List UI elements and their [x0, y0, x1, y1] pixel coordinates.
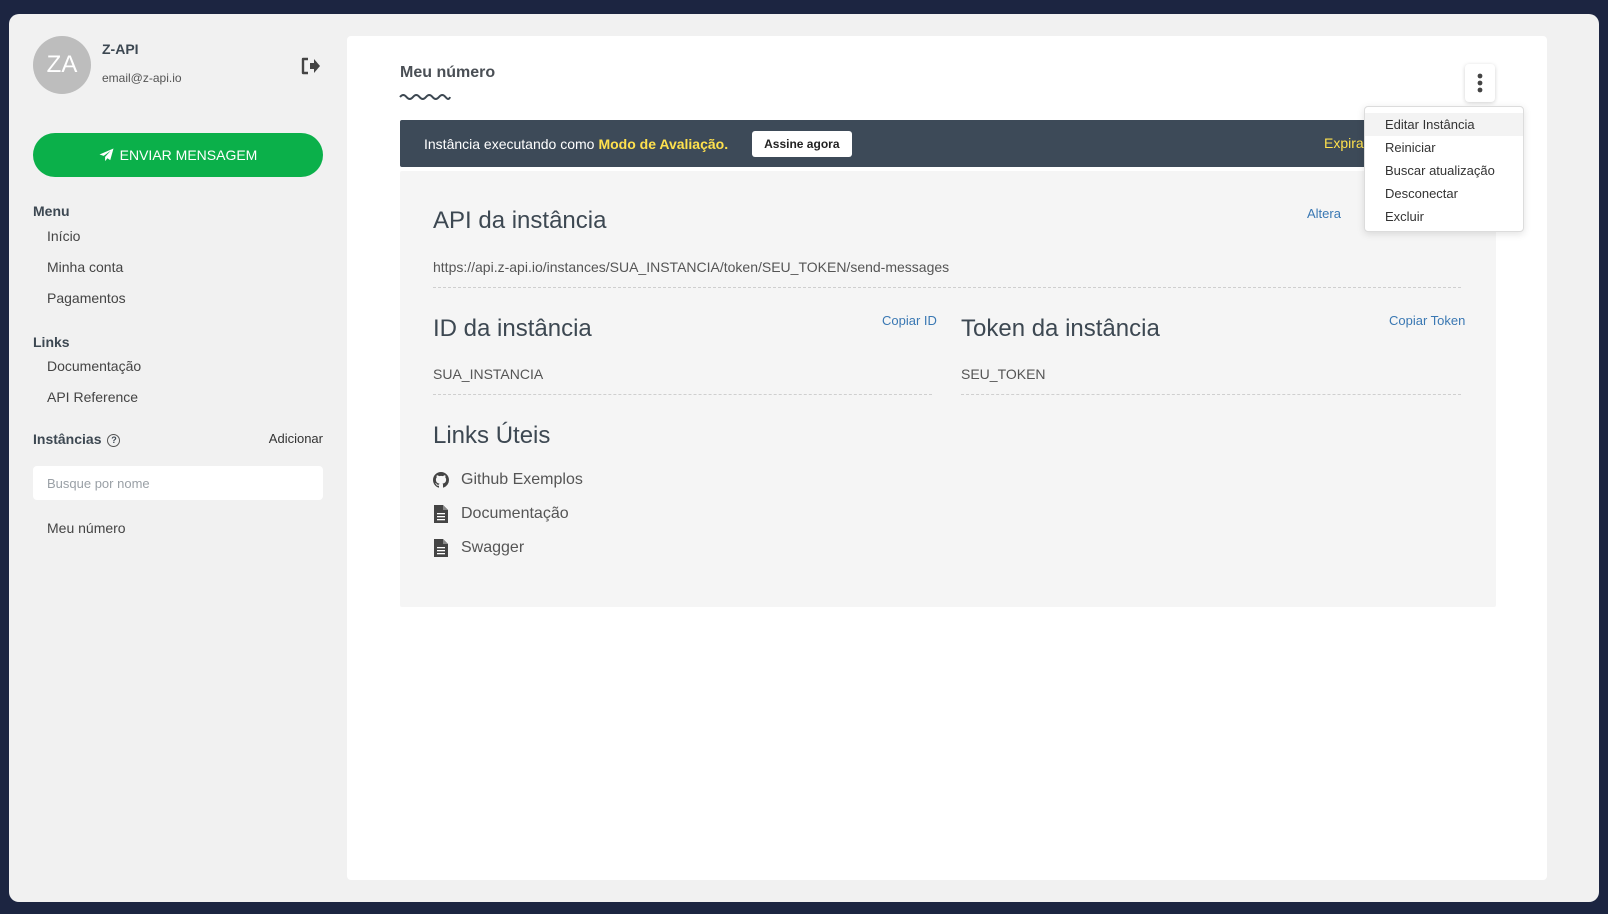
- help-icon[interactable]: ?: [107, 433, 121, 447]
- api-title: API da instância: [433, 207, 607, 234]
- github-examples-link[interactable]: Github Exemplos: [433, 471, 583, 489]
- banner-expira: Expira: [1324, 135, 1364, 151]
- sidebar-item-pagamentos[interactable]: Pagamentos: [47, 290, 126, 306]
- profile-email: email@z-api.io: [102, 71, 182, 85]
- document-icon: [434, 539, 448, 557]
- token-value: SEU_TOKEN: [961, 366, 1046, 382]
- menu-item-reiniciar[interactable]: Reiniciar: [1365, 136, 1523, 159]
- avatar: ZA: [33, 36, 91, 94]
- instance-item-meu-numero[interactable]: Meu número: [47, 520, 126, 536]
- add-instance-link[interactable]: Adicionar: [269, 431, 323, 446]
- logout-icon[interactable]: [299, 54, 323, 78]
- sidebar: ZA Z-API email@z-api.io ENVIAR MENSAGEM …: [33, 36, 323, 536]
- sidebar-item-minha-conta[interactable]: Minha conta: [47, 259, 123, 275]
- instances-title-label: Instâncias: [33, 431, 102, 447]
- swagger-link[interactable]: Swagger: [433, 539, 524, 557]
- id-value: SUA_INSTANCIA: [433, 366, 544, 382]
- links-uteis-title: Links Úteis: [433, 422, 551, 449]
- subscribe-button[interactable]: Assine agora: [752, 130, 852, 157]
- copy-id-link[interactable]: Copiar ID: [882, 313, 937, 328]
- kebab-icon: [1477, 73, 1483, 93]
- divider: [433, 394, 932, 395]
- token-title: Token da instância: [961, 315, 1160, 342]
- trial-banner: Instância executando como Modo de Avalia…: [400, 120, 1496, 167]
- sidebar-item-api-reference[interactable]: API Reference: [47, 389, 138, 405]
- document-icon: [434, 505, 448, 523]
- swagger-label: Swagger: [461, 539, 525, 556]
- menu-item-editar-instancia[interactable]: Editar Instância: [1365, 113, 1523, 136]
- options-dropdown: Editar Instância Reiniciar Buscar atuali…: [1364, 106, 1524, 232]
- alter-link[interactable]: Altera: [1307, 206, 1341, 221]
- api-url: https://api.z-api.io/instances/SUA_INSTA…: [433, 259, 950, 275]
- divider: [433, 287, 1461, 288]
- banner-highlight: Modo de Avaliação.: [598, 135, 729, 152]
- links-title: Links: [33, 334, 70, 350]
- menu-title: Menu: [33, 203, 70, 219]
- documentation-label: Documentação: [461, 505, 569, 522]
- paper-plane-icon: [99, 148, 114, 162]
- menu-item-desconectar[interactable]: Desconectar: [1365, 182, 1523, 205]
- profile: ZA Z-API email@z-api.io: [33, 36, 323, 96]
- divider: [961, 394, 1461, 395]
- sidebar-item-documentacao[interactable]: Documentação: [47, 358, 141, 374]
- instances-title: Instâncias?: [33, 431, 121, 447]
- instance-content: API da instância Altera https://api.z-ap…: [400, 171, 1496, 607]
- profile-name: Z-API: [102, 41, 139, 57]
- copy-token-link[interactable]: Copiar Token: [1389, 313, 1465, 328]
- more-options-button[interactable]: [1465, 64, 1495, 102]
- send-message-button[interactable]: ENVIAR MENSAGEM: [33, 133, 323, 177]
- app-frame: ZA Z-API email@z-api.io ENVIAR MENSAGEM …: [9, 14, 1599, 902]
- menu-item-excluir[interactable]: Excluir: [1365, 205, 1523, 228]
- id-title: ID da instância: [433, 315, 592, 342]
- banner-text: Instância executando como: [424, 135, 595, 152]
- github-examples-label: Github Exemplos: [461, 471, 583, 488]
- page-title: Meu número: [400, 64, 496, 81]
- squiggle-underline-icon: [399, 94, 451, 100]
- github-icon: [433, 472, 449, 488]
- instance-search-input[interactable]: [33, 466, 323, 500]
- sidebar-item-inicio[interactable]: Início: [47, 228, 80, 244]
- send-message-label: ENVIAR MENSAGEM: [119, 147, 258, 163]
- documentation-link[interactable]: Documentação: [433, 505, 569, 523]
- menu-item-buscar-atualizacao[interactable]: Buscar atualização: [1365, 159, 1523, 182]
